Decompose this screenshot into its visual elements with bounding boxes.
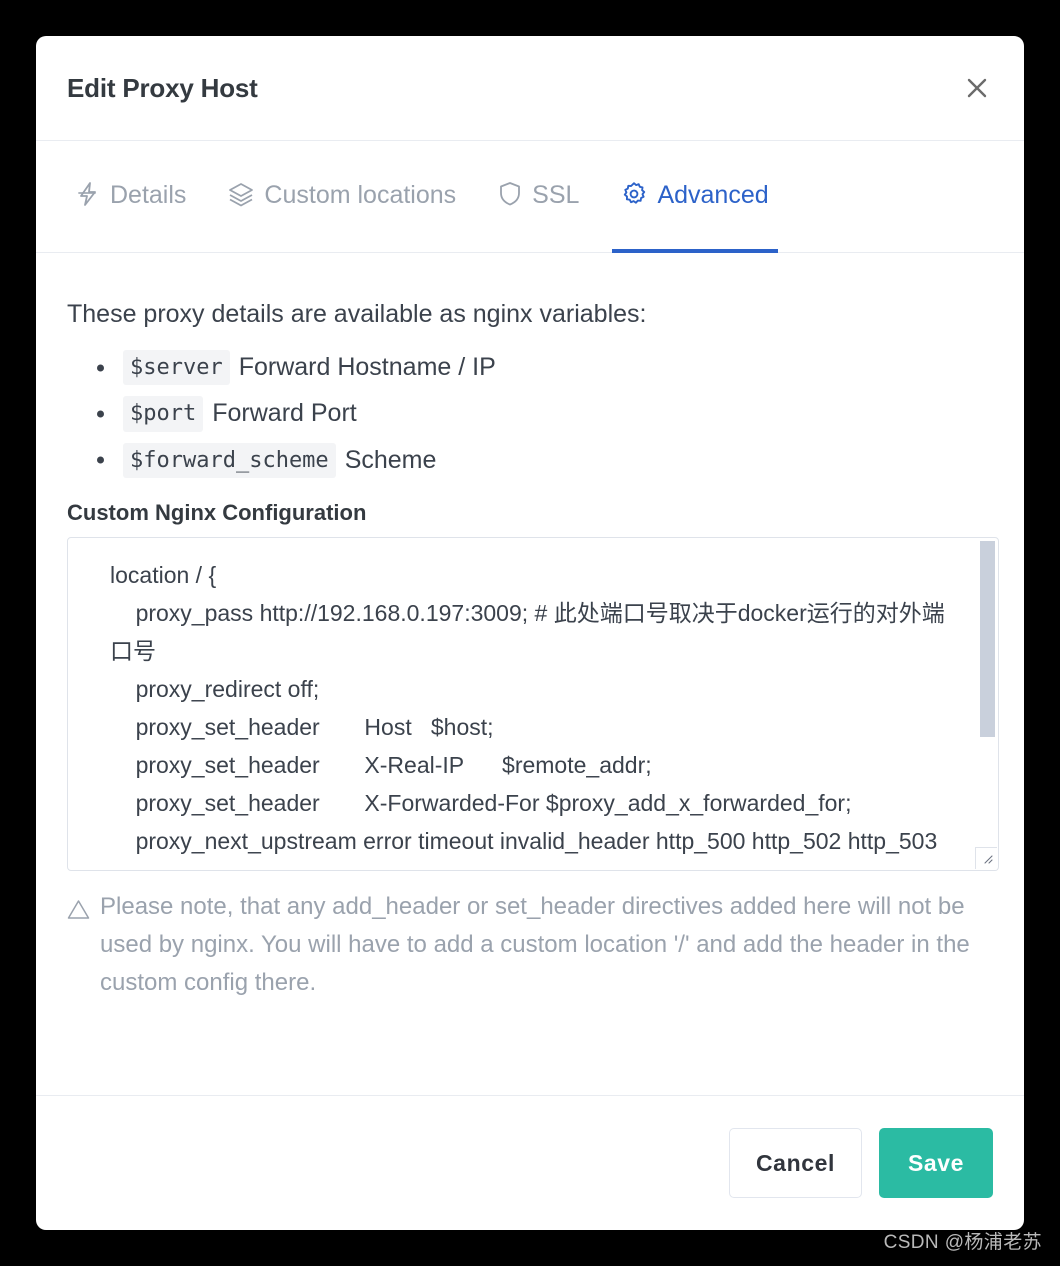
config-scrollbar-thumb[interactable] [980,540,995,737]
watermark: CSDN @杨浦老苏 [883,1232,1042,1253]
variable-desc-forward-scheme: Scheme [344,445,437,474]
list-item: $port Forward Port [123,396,993,432]
layers-icon [228,180,254,213]
save-button[interactable]: Save [879,1128,993,1198]
modal-header: Edit Proxy Host [36,36,1024,141]
config-scrollbar[interactable] [979,538,997,870]
nginx-header-note-text: Please note, that any add_header or set_… [100,892,970,996]
variable-code-forward-scheme: $forward_scheme [123,442,336,478]
tab-bar: Details Custom locations SSL Advanced [36,141,1024,253]
textarea-resize-handle[interactable] [975,846,997,869]
close-icon[interactable] [960,71,994,105]
edit-proxy-host-modal: Edit Proxy Host Details Custom locations… [36,36,1024,1230]
tab-custom-locations[interactable]: Custom locations [219,141,465,253]
tab-advanced[interactable]: Advanced [612,141,778,253]
tab-ssl[interactable]: SSL [489,141,588,253]
tab-custom-locations-label: Custom locations [264,181,457,209]
list-item: $forward_scheme Scheme [123,442,993,478]
cancel-button[interactable]: Cancel [728,1128,862,1198]
custom-nginx-configuration-label: Custom Nginx Configuration [67,499,367,525]
custom-nginx-configuration-input[interactable]: location / { proxy_pass http://192.168.0… [68,538,978,870]
variable-desc-server: Forward Hostname / IP [238,353,496,382]
gear-icon [621,180,647,213]
modal-footer: Cancel Save [36,1095,1024,1230]
variable-code-server: $server [123,350,230,386]
page-title: Edit Proxy Host [67,72,258,103]
tab-ssl-label: SSL [532,181,580,209]
tab-details[interactable]: Details [67,141,195,253]
shield-icon [498,180,522,213]
tab-advanced-label: Advanced [657,181,769,209]
nginx-header-note: Please note, that any add_header or set_… [67,888,993,1002]
variable-desc-port: Forward Port [212,399,357,428]
intro-text: These proxy details are available as ngi… [67,300,647,328]
tab-details-label: Details [110,181,187,209]
variable-code-port: $port [123,396,204,432]
warning-triangle-icon [67,894,90,1002]
bolt-icon [76,180,100,213]
list-item: $server Forward Hostname / IP [123,350,993,386]
custom-nginx-configuration-field[interactable]: location / { proxy_pass http://192.168.0… [67,536,999,871]
modal-body: These proxy details are available as ngi… [36,253,1024,1095]
nginx-variable-list: $server Forward Hostname / IP $port Forw… [67,350,993,478]
